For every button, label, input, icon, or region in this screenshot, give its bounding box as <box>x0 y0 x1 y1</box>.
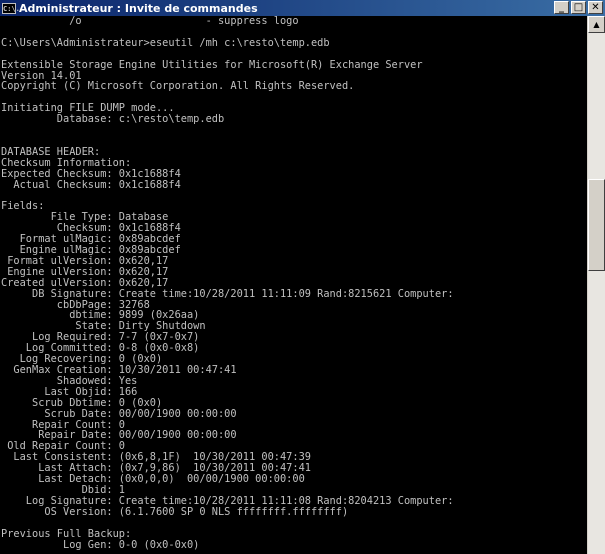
console-text: /o - suppress logo C:\Users\Administrate… <box>0 16 588 550</box>
console-output[interactable]: /o - suppress logo C:\Users\Administrate… <box>0 16 588 554</box>
window-controls: _ □ ✕ <box>554 1 603 14</box>
console-line: Database: c:\resto\temp.edb <box>1 113 225 126</box>
cmd-icon[interactable]: C:\. <box>2 2 20 14</box>
close-button[interactable]: ✕ <box>588 1 603 14</box>
title-bar[interactable]: C:\. Administrateur : Invite de commande… <box>0 0 605 16</box>
console-line: C:\Users\Administrateur>eseutil /mh c:\r… <box>1 36 330 49</box>
scrollbar-thumb[interactable] <box>588 179 605 271</box>
vertical-scrollbar[interactable]: ▲ <box>587 16 605 554</box>
scroll-up-arrow-icon[interactable]: ▲ <box>588 16 605 33</box>
minimize-button[interactable]: _ <box>554 1 569 14</box>
console-line: OS Version: (6.1.7600 SP 0 NLS ffffffff.… <box>1 505 349 518</box>
console-line: Actual Checksum: 0x1c1688f4 <box>1 178 181 191</box>
window-title: Administrateur : Invite de commandes <box>19 1 258 15</box>
console-line: /o - suppress logo <box>1 16 299 27</box>
maximize-button[interactable]: □ <box>571 1 586 14</box>
console-line: Log Gen: 0-0 (0x0-0x0) <box>1 538 200 551</box>
command-prompt-window: C:\. Administrateur : Invite de commande… <box>0 0 605 554</box>
console-line: Copyright (C) Microsoft Corporation. All… <box>1 80 355 93</box>
